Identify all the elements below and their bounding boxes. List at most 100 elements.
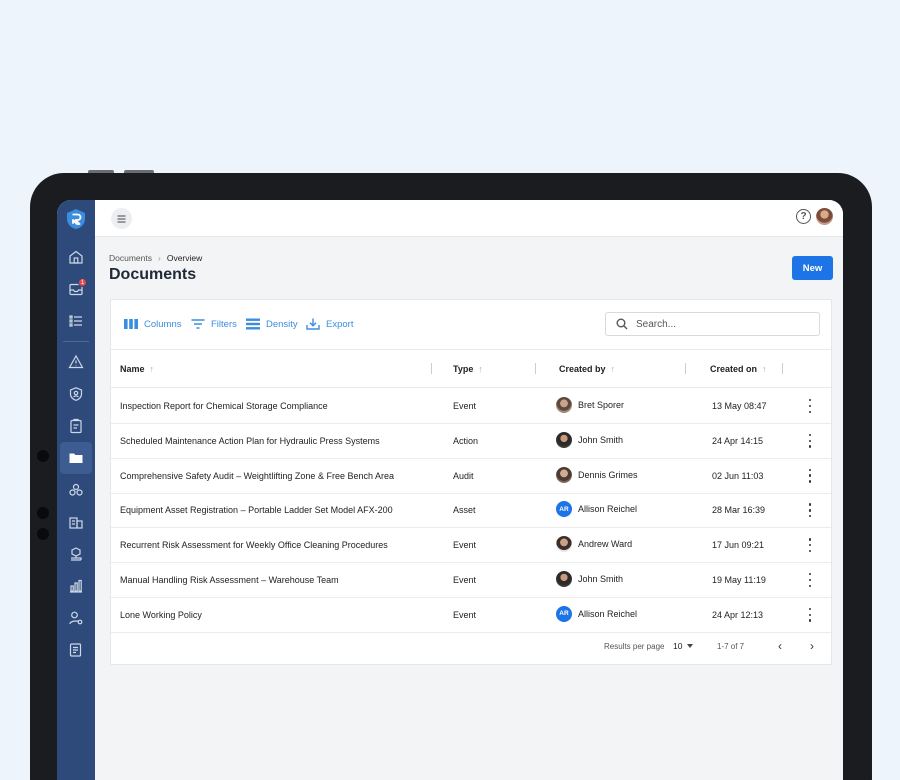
- sort-arrow-icon: ↑: [149, 364, 155, 374]
- column-resize-handle[interactable]: [431, 363, 432, 374]
- document-type: Event: [453, 540, 477, 551]
- sidebar-item-forms[interactable]: [60, 634, 92, 666]
- filters-label: Filters: [211, 318, 237, 330]
- search-input[interactable]: [636, 318, 806, 330]
- document-name[interactable]: Scheduled Maintenance Action Plan for Hy…: [120, 436, 380, 446]
- sort-arrow-icon: ↑: [478, 364, 483, 374]
- sidebar-item-users[interactable]: [60, 602, 92, 634]
- export-label: Export: [326, 318, 354, 330]
- document-type: Event: [453, 401, 477, 411]
- created-on-date: 13 May 08:47: [712, 401, 767, 411]
- table-row[interactable]: Recurrent Risk Assessment for Weekly Off…: [111, 528, 831, 564]
- sidebar-item-incidents[interactable]: [60, 346, 92, 378]
- document-name[interactable]: Inspection Report for Chemical Storage C…: [120, 401, 328, 411]
- avatar: [556, 536, 572, 553]
- menu-toggle-button[interactable]: [111, 208, 132, 229]
- breadcrumb-root[interactable]: Documents: [109, 253, 152, 263]
- document-name[interactable]: Manual Handling Risk Assessment – Wareho…: [120, 575, 339, 585]
- column-resize-handle[interactable]: [685, 363, 686, 374]
- avatar: [556, 431, 572, 448]
- chevron-down-icon: [687, 644, 694, 648]
- created-by-user: AR Allison Reichel: [556, 605, 637, 622]
- sidebar-item-sites[interactable]: [60, 506, 92, 538]
- search-icon: [616, 318, 628, 330]
- created-by-user: John Smith: [556, 571, 623, 587]
- previous-page-button[interactable]: ‹: [773, 639, 787, 653]
- table-header: Name ↑ Type ↑ Created by ↑ Created on ↑: [111, 350, 831, 388]
- sidebar-item-documents[interactable]: [60, 442, 92, 474]
- created-by-user: Dennis Grimes: [556, 466, 638, 483]
- table-toolbar: Columns Filters Density Export: [111, 300, 831, 350]
- sidebar-item-checklists[interactable]: [60, 410, 92, 442]
- sidebar-divider: [63, 341, 89, 342]
- sidebar-item-tasks[interactable]: [60, 305, 92, 337]
- column-header-type[interactable]: Type ↑: [453, 364, 483, 374]
- building-icon: [69, 517, 83, 529]
- row-actions-icon[interactable]: [807, 607, 813, 622]
- filters-button[interactable]: Filters: [191, 318, 237, 330]
- row-actions-icon[interactable]: [807, 503, 813, 518]
- row-actions-icon[interactable]: [807, 399, 813, 413]
- next-page-button[interactable]: ›: [805, 639, 819, 653]
- sidebar-item-assets[interactable]: [60, 538, 92, 570]
- breadcrumb-current: Overview: [166, 253, 203, 263]
- column-header-created-by[interactable]: Created by ↑: [559, 364, 615, 374]
- results-per-page-value: 10: [673, 641, 683, 651]
- results-per-page-select[interactable]: 10: [673, 641, 694, 651]
- user-name: John Smith: [578, 574, 624, 584]
- sidebar-item-inbox[interactable]: 1: [60, 273, 92, 305]
- column-header-name[interactable]: Name ↑: [120, 364, 154, 374]
- sidebar-item-home[interactable]: [60, 241, 92, 273]
- sidebar-item-reports[interactable]: [60, 570, 92, 602]
- page-title: Documents: [109, 266, 197, 283]
- documents-table-card: Columns Filters Density Export Search...…: [110, 299, 832, 665]
- document-name[interactable]: Lone Working Policy: [120, 610, 202, 620]
- breadcrumb: Documents › Overview: [109, 253, 202, 263]
- columns-icon: [124, 319, 138, 329]
- notification-badge: 1: [78, 278, 87, 287]
- sidebar: 1: [57, 200, 95, 780]
- app-logo-icon[interactable]: [64, 207, 88, 231]
- help-icon[interactable]: ?: [796, 209, 811, 224]
- table-row[interactable]: Manual Handling Risk Assessment – Wareho…: [111, 563, 831, 598]
- column-header-name-label: Name: [120, 364, 145, 374]
- chart-icon: [70, 579, 82, 593]
- column-resize-handle[interactable]: [782, 363, 783, 374]
- table-row[interactable]: Scheduled Maintenance Action Plan for Hy…: [111, 424, 831, 459]
- table-row[interactable]: Equipment Asset Registration – Portable …: [111, 493, 831, 529]
- column-header-created-on[interactable]: Created on ↑: [710, 364, 767, 374]
- document-name[interactable]: Recurrent Risk Assessment for Weekly Off…: [120, 540, 388, 550]
- new-document-button[interactable]: New: [792, 256, 833, 280]
- row-actions-icon[interactable]: [807, 468, 813, 483]
- search-box[interactable]: [605, 312, 820, 336]
- row-actions-icon[interactable]: [807, 573, 813, 587]
- document-name[interactable]: Comprehensive Safety Audit – Weightlifti…: [120, 471, 394, 481]
- user-avatar[interactable]: [816, 208, 833, 225]
- row-actions-icon[interactable]: [807, 538, 813, 553]
- table-row[interactable]: Comprehensive Safety Audit – Weightlifti…: [111, 459, 831, 494]
- document-name[interactable]: Equipment Asset Registration – Portable …: [120, 505, 393, 515]
- density-button[interactable]: Density: [246, 318, 298, 330]
- created-on-date: 17 Jun 09:21: [712, 540, 765, 551]
- user-name: Bret Sporer: [578, 400, 625, 410]
- row-actions-icon[interactable]: [807, 433, 813, 448]
- sidebar-item-safety[interactable]: [60, 378, 92, 410]
- columns-label: Columns: [144, 318, 182, 330]
- table-row[interactable]: Inspection Report for Chemical Storage C…: [111, 389, 831, 424]
- document-type: Event: [453, 609, 477, 620]
- avatar: [556, 397, 572, 413]
- avatar: AR: [556, 605, 572, 622]
- pagination-range: 1-7 of 7: [717, 642, 745, 651]
- avatar: [556, 466, 572, 483]
- created-on-date: 28 Mar 16:39: [712, 505, 766, 516]
- document-type: Audit: [453, 470, 474, 481]
- sidebar-item-modules[interactable]: [60, 474, 92, 506]
- table-footer: Results per page 10 1-7 of 7 ‹ ›: [111, 628, 831, 664]
- clipboard-icon: [70, 418, 82, 434]
- column-resize-handle[interactable]: [535, 363, 536, 374]
- export-button[interactable]: Export: [306, 318, 353, 330]
- columns-button[interactable]: Columns: [124, 318, 182, 330]
- user-name: Allison Reichel: [578, 504, 638, 515]
- user-name: Dennis Grimes: [578, 469, 638, 480]
- modules-icon: [69, 483, 83, 496]
